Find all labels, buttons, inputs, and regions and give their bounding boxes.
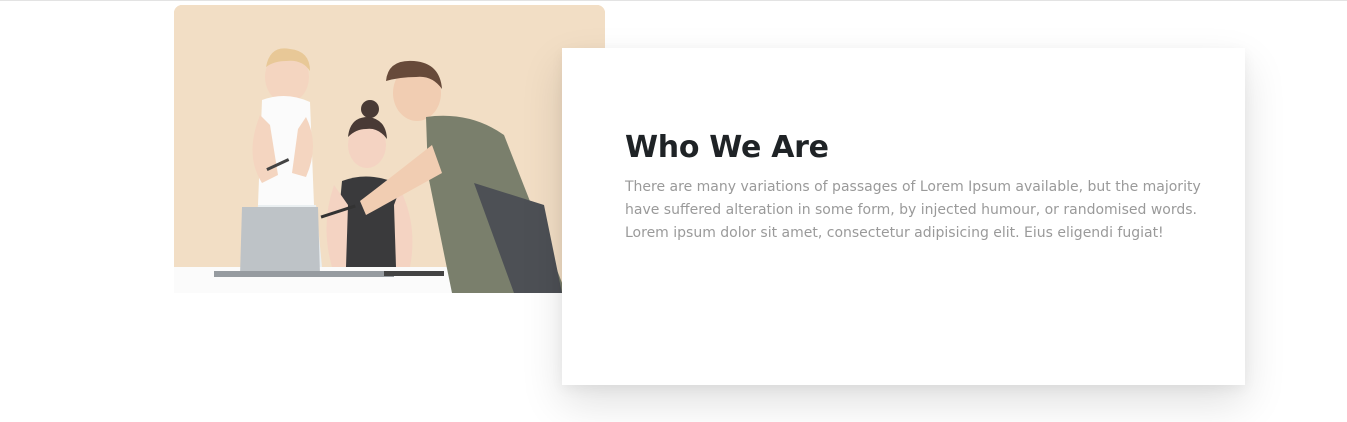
- team-photo: [174, 5, 605, 293]
- about-section: Who We Are There are many variations of …: [0, 0, 1347, 422]
- who-we-are-card: Who We Are There are many variations of …: [562, 48, 1245, 385]
- section-description: There are many variations of passages of…: [625, 179, 1201, 241]
- section-title: Who We Are: [625, 130, 829, 165]
